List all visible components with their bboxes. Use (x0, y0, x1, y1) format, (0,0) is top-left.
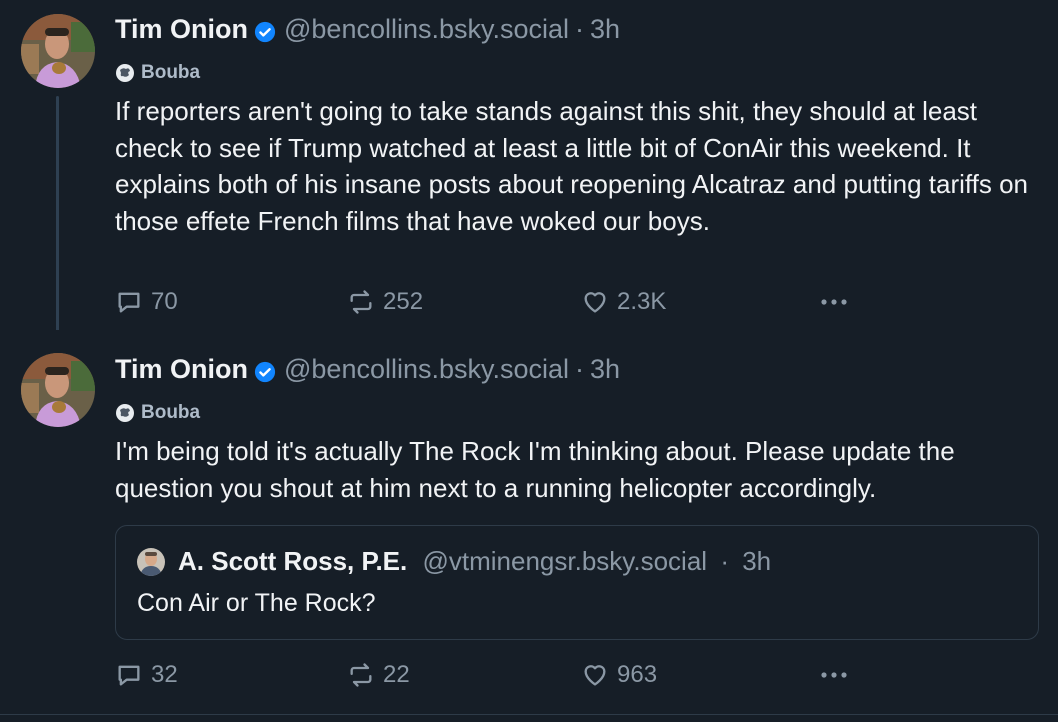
quoted-author-handle[interactable]: @vtminengsr.bsky.social (423, 546, 708, 576)
like-count: 2.3K (617, 288, 667, 315)
quoted-avatar[interactable] (137, 548, 165, 576)
quoted-header: A. Scott Ross, P.E. @vtminengsr.bsky.soc… (178, 546, 771, 577)
content-label[interactable]: Bouba (115, 62, 200, 84)
post-header: Tim Onion @bencollins.bsky.social · 3h (115, 354, 620, 385)
verified-badge-icon (254, 359, 276, 382)
post-1[interactable]: Tim Onion @bencollins.bsky.social · 3h B… (0, 0, 1058, 342)
label-icon (115, 403, 135, 423)
separator-dot: · (575, 14, 585, 44)
author-handle[interactable]: @bencollins.bsky.social (284, 354, 569, 385)
post-actions: 70 252 2.3K (115, 288, 875, 320)
separator-dot: · (575, 354, 585, 384)
separator-dot: · (720, 546, 729, 576)
repost-button[interactable]: 22 (347, 661, 410, 689)
avatar[interactable] (21, 353, 95, 427)
quoted-author-name[interactable]: A. Scott Ross, P.E. (178, 546, 407, 576)
post-2[interactable]: Tim Onion @bencollins.bsky.social · 3h B… (0, 330, 1058, 722)
quoted-post[interactable]: A. Scott Ross, P.E. @vtminengsr.bsky.soc… (115, 525, 1039, 640)
repost-button[interactable]: 252 (347, 288, 423, 316)
repost-icon (350, 290, 372, 314)
post-text: If reporters aren't going to take stands… (115, 96, 1029, 236)
reply-button[interactable]: 70 (115, 288, 178, 316)
author-handle[interactable]: @bencollins.bsky.social (284, 14, 569, 45)
reply-count: 70 (151, 288, 178, 315)
post-actions: 32 22 963 (115, 661, 875, 693)
heart-icon (584, 292, 606, 313)
post-time[interactable]: 3h (590, 14, 620, 45)
reply-icon (118, 665, 140, 686)
bottom-divider (0, 714, 1058, 715)
like-button[interactable]: 963 (581, 661, 657, 689)
repost-count: 252 (383, 288, 424, 315)
more-options-button[interactable] (818, 661, 858, 689)
post-text: I'm being told it's actually The Rock I'… (115, 436, 955, 503)
reply-button[interactable]: 32 (115, 661, 178, 689)
heart-icon (584, 665, 606, 686)
repost-count: 22 (383, 661, 410, 688)
verified-badge-icon (254, 19, 276, 42)
more-options-button[interactable] (818, 288, 858, 316)
reply-icon (118, 292, 140, 313)
reply-count: 32 (151, 661, 178, 688)
quoted-post-time[interactable]: 3h (742, 546, 771, 576)
post-header: Tim Onion @bencollins.bsky.social · 3h (115, 14, 620, 45)
label-icon (115, 63, 135, 83)
like-button[interactable]: 2.3K (581, 288, 666, 316)
quoted-post-text: Con Air or The Rock? (137, 589, 376, 617)
author-name[interactable]: Tim Onion (115, 14, 248, 45)
ellipsis-icon (821, 672, 847, 678)
label-text: Bouba (141, 62, 201, 83)
like-count: 963 (617, 661, 658, 688)
repost-icon (350, 663, 372, 687)
label-text: Bouba (141, 402, 201, 423)
post-time[interactable]: 3h (590, 354, 620, 385)
thread-line (56, 96, 59, 342)
avatar[interactable] (21, 14, 95, 88)
content-label[interactable]: Bouba (115, 402, 200, 424)
ellipsis-icon (821, 299, 847, 305)
author-name[interactable]: Tim Onion (115, 354, 248, 385)
